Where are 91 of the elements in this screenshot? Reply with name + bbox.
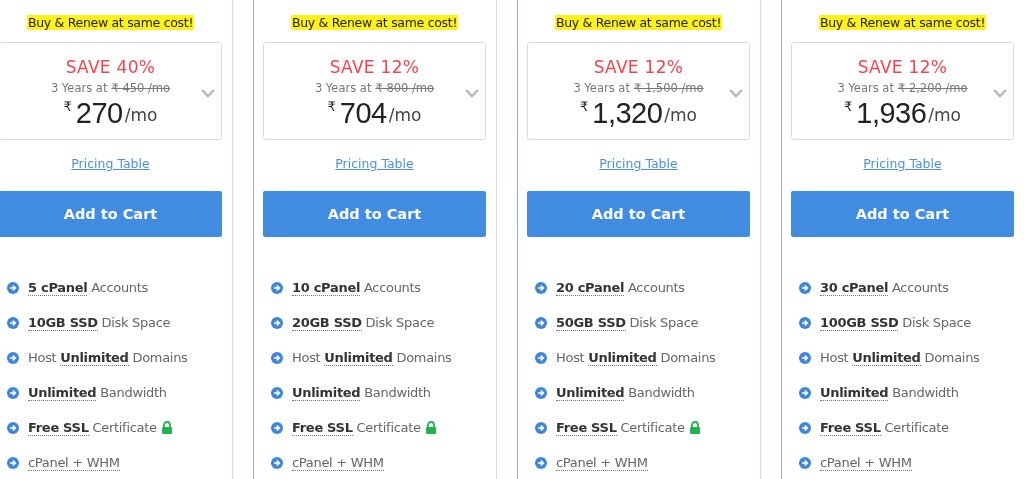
- save-label: SAVE 12%: [328, 57, 421, 77]
- feature-text: Host Unlimited Domains: [292, 350, 452, 365]
- price-amount: 704: [339, 97, 387, 129]
- term-label: 3 Years at: [314, 81, 372, 95]
- chevron-down-icon[interactable]: [465, 89, 479, 98]
- save-label: SAVE 12%: [856, 57, 949, 77]
- arrow-circle-icon: [7, 421, 19, 434]
- feature-text: Free SSL Certificate: [292, 420, 421, 435]
- add-to-cart-button[interactable]: Add to Cart: [791, 191, 1014, 237]
- feature-text: 50GB SSD Disk Space: [556, 315, 699, 330]
- add-to-cart-button[interactable]: Add to Cart: [0, 191, 222, 237]
- price-amount: 270: [75, 97, 123, 129]
- old-price: ₹ 450 /mo: [111, 81, 171, 95]
- pricing-table-link[interactable]: Pricing Table: [599, 156, 678, 171]
- arrow-circle-icon: [7, 281, 19, 294]
- currency-symbol: ₹: [579, 98, 589, 116]
- lock-icon: [688, 421, 701, 434]
- currency-symbol: ₹: [843, 98, 853, 116]
- currency-symbol: ₹: [63, 98, 72, 116]
- currency-symbol: ₹: [327, 98, 336, 116]
- promo-banner: Buy & Renew at same cost!: [818, 15, 987, 30]
- feature-text: Unlimited Bandwidth: [292, 385, 431, 400]
- arrow-circle-icon: [7, 316, 19, 329]
- price-unit: /mo: [388, 104, 422, 127]
- feature-text: 20GB SSD Disk Space: [292, 315, 435, 330]
- promo-banner: Buy & Renew at same cost!: [26, 15, 195, 30]
- chevron-down-icon[interactable]: [993, 89, 1007, 98]
- arrow-circle-icon: [271, 281, 283, 294]
- arrow-circle-icon: [535, 281, 547, 294]
- price-amount: 1,936: [856, 97, 927, 129]
- lock-icon: [424, 421, 437, 434]
- old-price: ₹ 1,500 /mo: [633, 81, 704, 95]
- feature-text: Host Unlimited Domains: [28, 350, 188, 365]
- old-price: ₹ 800 /mo: [375, 81, 435, 95]
- feature-text: cPanel + WHM: [292, 454, 384, 471]
- arrow-circle-icon: [799, 421, 811, 434]
- promo-banner: Buy & Renew at same cost!: [290, 15, 459, 30]
- feature-text: 10 cPanel Accounts: [292, 280, 421, 295]
- arrow-circle-icon: [7, 351, 19, 364]
- price-unit: /mo: [124, 104, 158, 127]
- arrow-circle-icon: [7, 456, 19, 469]
- arrow-circle-icon: [271, 456, 283, 469]
- price-unit: /mo: [928, 104, 962, 127]
- price-amount: 1,320: [592, 97, 663, 129]
- term-label: 3 Years at: [50, 81, 108, 95]
- arrow-circle-icon: [7, 386, 19, 399]
- add-to-cart-button[interactable]: Add to Cart: [527, 191, 750, 237]
- feature-text: 100GB SSD Disk Space: [820, 315, 971, 330]
- feature-text: Unlimited Bandwidth: [28, 385, 167, 400]
- feature-text: 10GB SSD Disk Space: [28, 315, 171, 330]
- feature-text: Unlimited Bandwidth: [556, 385, 695, 400]
- arrow-circle-icon: [271, 351, 283, 364]
- feature-text: Host Unlimited Domains: [820, 350, 980, 365]
- feature-text: Unlimited Bandwidth: [820, 385, 959, 400]
- pricing-table-link[interactable]: Pricing Table: [335, 156, 414, 171]
- lock-icon: [160, 421, 173, 434]
- promo-banner: Buy & Renew at same cost!: [554, 15, 723, 30]
- arrow-circle-icon: [535, 386, 547, 399]
- feature-text: Free SSL Certificate: [820, 420, 949, 435]
- arrow-circle-icon: [535, 421, 547, 434]
- term-label: 3 Years at: [837, 81, 894, 95]
- save-label: SAVE 40%: [64, 57, 157, 77]
- chevron-down-icon[interactable]: [729, 89, 743, 98]
- feature-text: cPanel + WHM: [28, 454, 120, 471]
- price-unit: /mo: [664, 104, 698, 127]
- feature-text: Host Unlimited Domains: [556, 350, 716, 365]
- feature-text: cPanel + WHM: [556, 454, 648, 471]
- arrow-circle-icon: [799, 351, 811, 364]
- chevron-down-icon[interactable]: [201, 89, 215, 98]
- arrow-circle-icon: [535, 316, 547, 329]
- arrow-circle-icon: [535, 456, 547, 469]
- pricing-table-link[interactable]: Pricing Table: [71, 156, 150, 171]
- old-price: ₹ 2,200 /mo: [897, 81, 968, 95]
- feature-text: Free SSL Certificate: [28, 420, 157, 435]
- arrow-circle-icon: [535, 351, 547, 364]
- feature-text: 30 cPanel Accounts: [820, 280, 949, 295]
- feature-text: 20 cPanel Accounts: [556, 280, 685, 295]
- arrow-circle-icon: [799, 386, 811, 399]
- add-to-cart-button[interactable]: Add to Cart: [263, 191, 486, 237]
- arrow-circle-icon: [799, 316, 811, 329]
- arrow-circle-icon: [271, 421, 283, 434]
- arrow-circle-icon: [799, 281, 811, 294]
- pricing-table-link[interactable]: Pricing Table: [863, 156, 942, 171]
- feature-text: Free SSL Certificate: [556, 420, 685, 435]
- arrow-circle-icon: [271, 316, 283, 329]
- feature-text: cPanel + WHM: [820, 454, 912, 471]
- arrow-circle-icon: [271, 386, 283, 399]
- save-label: SAVE 12%: [592, 57, 685, 77]
- feature-text: 5 cPanel Accounts: [28, 280, 149, 295]
- arrow-circle-icon: [799, 456, 811, 469]
- term-label: 3 Years at: [573, 81, 630, 95]
